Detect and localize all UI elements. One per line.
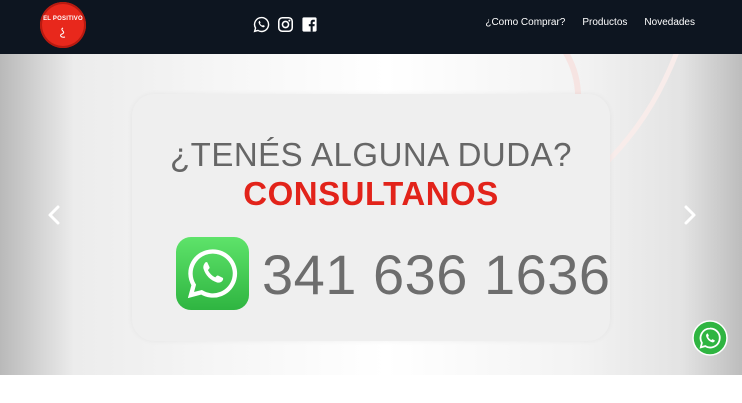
logo-text: EL POSITIVO [43, 16, 83, 22]
top-navbar: EL POSITIVO ¿Como Comprar? Productos Nov… [0, 0, 742, 54]
whatsapp-icon[interactable] [253, 16, 270, 33]
whatsapp-icon [187, 249, 238, 299]
nav-novedades[interactable]: Novedades [644, 17, 695, 28]
whatsapp-logo-tile [176, 237, 249, 310]
banner-phone-number: 341 636 1636 [262, 243, 611, 306]
hero-carousel: ¿TENÉS ALGUNA DUDA? CONSULTANOS 341 636 … [0, 54, 742, 375]
nav-como-comprar[interactable]: ¿Como Comprar? [485, 17, 565, 28]
chevron-right-icon[interactable] [679, 204, 699, 226]
chevron-left-icon[interactable] [45, 204, 65, 226]
banner-card: ¿TENÉS ALGUNA DUDA? CONSULTANOS 341 636 … [132, 94, 610, 341]
main-nav: ¿Como Comprar? Productos Novedades [485, 17, 695, 28]
facebook-icon[interactable] [301, 16, 318, 33]
nav-productos[interactable]: Productos [582, 17, 627, 28]
social-links [253, 15, 318, 33]
banner-subheadline: CONSULTANOS [243, 175, 499, 212]
instagram-icon[interactable] [277, 16, 294, 33]
whatsapp-floating-button[interactable] [692, 320, 728, 356]
banner-headline: ¿TENÉS ALGUNA DUDA? [170, 136, 572, 173]
site-logo[interactable]: EL POSITIVO [40, 2, 86, 48]
logo-swirl-icon [60, 27, 66, 38]
